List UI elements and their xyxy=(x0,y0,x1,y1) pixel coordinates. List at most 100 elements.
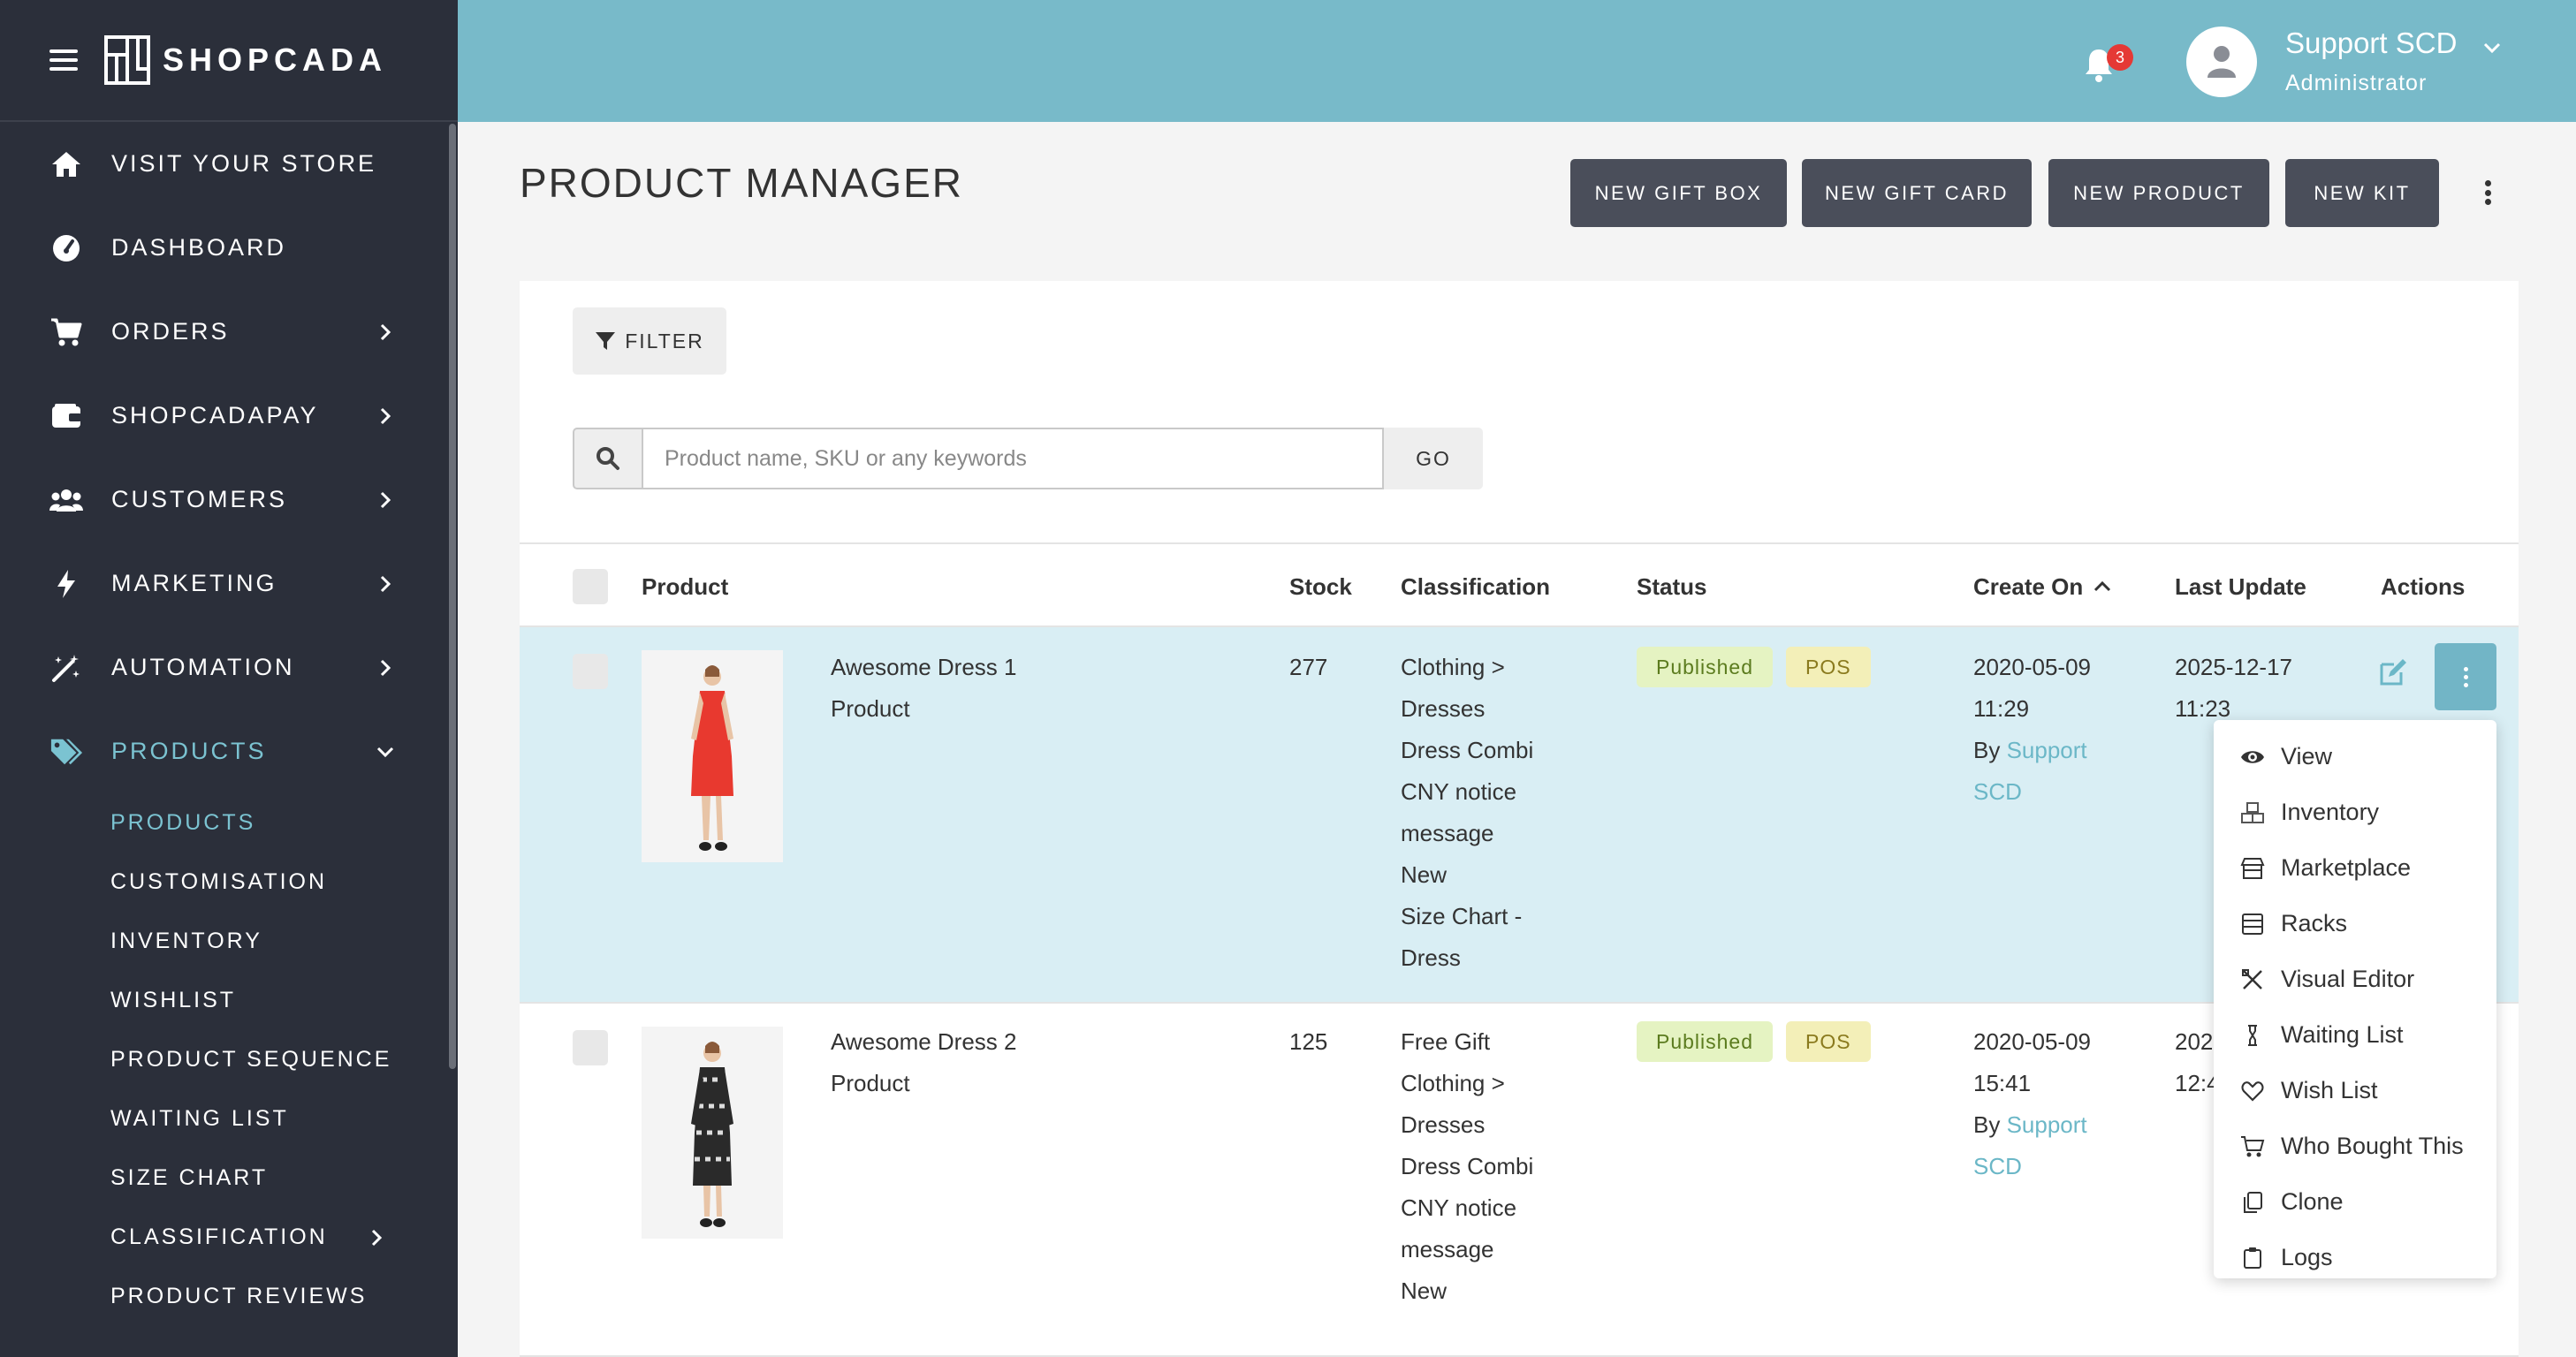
search-input[interactable] xyxy=(642,428,1384,489)
column-stock[interactable]: Stock xyxy=(1289,544,1352,629)
created-by-prefix: By xyxy=(1973,1111,2001,1138)
menu-item-inventory[interactable]: Inventory xyxy=(2214,785,2496,840)
status-badge-published: Published xyxy=(1637,647,1774,687)
wallet-icon xyxy=(49,399,83,433)
tags-icon xyxy=(49,735,83,769)
menu-item-label: Logs xyxy=(2281,1244,2333,1270)
menu-item-label: Inventory xyxy=(2281,799,2380,825)
menu-item-who-bought-this[interactable]: Who Bought This xyxy=(2214,1118,2496,1174)
created-date: 2020-05-09 xyxy=(1973,1028,2091,1055)
row-checkbox[interactable] xyxy=(573,654,608,689)
sidebar-subitem-size-chart[interactable]: SIZE CHART xyxy=(110,1149,447,1208)
menu-item-clone[interactable]: Clone xyxy=(2214,1174,2496,1230)
chevron-right-icon xyxy=(380,659,391,676)
classification-item: Clothing > xyxy=(1401,654,1505,680)
search-bar: GO xyxy=(573,428,1483,489)
sidebar-item-dashboard[interactable]: DASHBOARD xyxy=(0,206,447,290)
new-product-button[interactable]: NEW PRODUCT xyxy=(2048,159,2269,227)
go-button[interactable]: GO xyxy=(1384,428,1483,489)
menu-item-label: Wish List xyxy=(2281,1077,2378,1103)
products-submenu: PRODUCTS CUSTOMISATION INVENTORY WISHLIS… xyxy=(0,793,447,1326)
edit-icon[interactable] xyxy=(2378,657,2408,687)
product-thumbnail[interactable] xyxy=(642,650,783,862)
shopcada-logo-icon xyxy=(104,35,150,85)
sidebar-scrollbar[interactable] xyxy=(449,124,456,1069)
sidebar-subitem-product-reviews[interactable]: PRODUCT REVIEWS xyxy=(110,1267,447,1326)
sidebar-item-automation[interactable]: AUTOMATION xyxy=(0,625,447,709)
filter-label: FILTER xyxy=(625,329,704,353)
status-badge-pos: POS xyxy=(1786,647,1871,687)
row-checkbox[interactable] xyxy=(573,1030,608,1065)
stock-link[interactable]: 125 xyxy=(1289,1021,1327,1063)
stock-link[interactable]: 277 xyxy=(1289,647,1327,688)
product-name-link[interactable]: Awesome Dress 2 xyxy=(831,1021,1017,1063)
created-by-link[interactable]: SCD xyxy=(1973,771,2091,813)
new-gift-box-button[interactable]: NEW GIFT BOX xyxy=(1570,159,1787,227)
created-by-link[interactable]: Support xyxy=(2007,737,2087,763)
row-actions-menu: View Inventory Marketplace Racks Visual … xyxy=(2214,720,2496,1278)
menu-item-waiting-list[interactable]: Waiting List xyxy=(2214,1007,2496,1063)
more-options-icon[interactable] xyxy=(2474,177,2501,208)
chevron-down-icon[interactable] xyxy=(2481,37,2503,58)
sidebar-item-orders[interactable]: ORDERS xyxy=(0,290,447,374)
column-classification[interactable]: Classification xyxy=(1401,544,1550,629)
row-actions-button[interactable] xyxy=(2435,643,2496,710)
sidebar-subitem-customisation[interactable]: CUSTOMISATION xyxy=(110,853,447,912)
created-by-prefix: By xyxy=(1973,737,2001,763)
sidebar-subitem-products[interactable]: PRODUCTS xyxy=(110,793,447,853)
sidebar: SHOPCADA VISIT YOUR STORE DASHBOARD ORDE… xyxy=(0,0,458,1357)
shopcada-logo[interactable]: SHOPCADA xyxy=(104,35,387,85)
user-name[interactable]: Support SCD xyxy=(2285,27,2457,60)
created-date: 2020-05-09 xyxy=(1973,654,2091,680)
sidebar-subitem-label: CLASSIFICATION xyxy=(110,1224,328,1249)
column-create-on[interactable]: Create On xyxy=(1973,544,2113,629)
classification-item: New xyxy=(1401,1277,1448,1304)
sidebar-subitem-waiting-list[interactable]: WAITING LIST xyxy=(110,1089,447,1149)
menu-item-view[interactable]: View xyxy=(2214,729,2496,785)
sidebar-item-shopcadapay[interactable]: SHOPCADAPAY xyxy=(0,374,447,458)
menu-item-wish-list[interactable]: Wish List xyxy=(2214,1063,2496,1118)
select-all-checkbox[interactable] xyxy=(573,569,608,604)
sidebar-item-visit-store[interactable]: VISIT YOUR STORE xyxy=(0,122,447,206)
menu-item-logs[interactable]: Logs xyxy=(2214,1230,2496,1285)
sidebar-header: SHOPCADA xyxy=(0,0,458,122)
sidebar-item-customers[interactable]: CUSTOMERS xyxy=(0,458,447,542)
sidebar-subitem-inventory[interactable]: INVENTORY xyxy=(110,912,447,971)
classification-item: Size Chart - xyxy=(1401,903,1523,929)
new-kit-button[interactable]: NEW KIT xyxy=(2285,159,2439,227)
menu-item-label: Marketplace xyxy=(2281,854,2412,881)
search-icon[interactable] xyxy=(573,428,642,489)
menu-item-label: Clone xyxy=(2281,1188,2344,1215)
chevron-right-icon xyxy=(380,491,391,508)
new-gift-card-button[interactable]: NEW GIFT CARD xyxy=(1802,159,2032,227)
column-status[interactable]: Status xyxy=(1637,544,1706,629)
sidebar-subitem-classification[interactable]: CLASSIFICATION xyxy=(110,1208,447,1267)
sort-ascending-icon xyxy=(2094,580,2111,592)
menu-item-visual-editor[interactable]: Visual Editor xyxy=(2214,951,2496,1007)
created-by-link[interactable]: Support xyxy=(2007,1111,2087,1138)
menu-item-label: Visual Editor xyxy=(2281,966,2415,992)
heart-icon xyxy=(2240,1079,2265,1103)
filter-button[interactable]: FILTER xyxy=(573,307,726,375)
sidebar-subitem-wishlist[interactable]: WISHLIST xyxy=(110,971,447,1030)
status-badge-pos: POS xyxy=(1786,1021,1871,1062)
created-by: By Support xyxy=(1973,1104,2091,1146)
menu-item-marketplace[interactable]: Marketplace xyxy=(2214,840,2496,896)
column-actions: Actions xyxy=(2381,572,2466,600)
menu-item-racks[interactable]: Racks xyxy=(2214,896,2496,951)
created-by-link[interactable]: SCD xyxy=(1973,1146,2091,1187)
sidebar-subitem-product-sequence[interactable]: PRODUCT SEQUENCE xyxy=(110,1030,447,1089)
table-header: Product Stock Classification Status Crea… xyxy=(520,542,2519,627)
hamburger-menu-icon[interactable] xyxy=(49,49,78,71)
column-product[interactable]: Product xyxy=(642,544,728,629)
chevron-right-icon xyxy=(380,575,391,592)
sidebar-item-marketing[interactable]: MARKETING xyxy=(0,542,447,625)
classification-item: message xyxy=(1401,820,1494,846)
sidebar-item-products[interactable]: PRODUCTS xyxy=(0,709,447,793)
classification-item: Dress Combi xyxy=(1401,737,1534,763)
column-last-update[interactable]: Last Update xyxy=(2175,544,2306,629)
eye-icon xyxy=(2240,745,2265,769)
avatar[interactable] xyxy=(2186,27,2257,97)
product-name-link[interactable]: Awesome Dress 1 xyxy=(831,647,1017,688)
product-thumbnail[interactable] xyxy=(642,1027,783,1239)
